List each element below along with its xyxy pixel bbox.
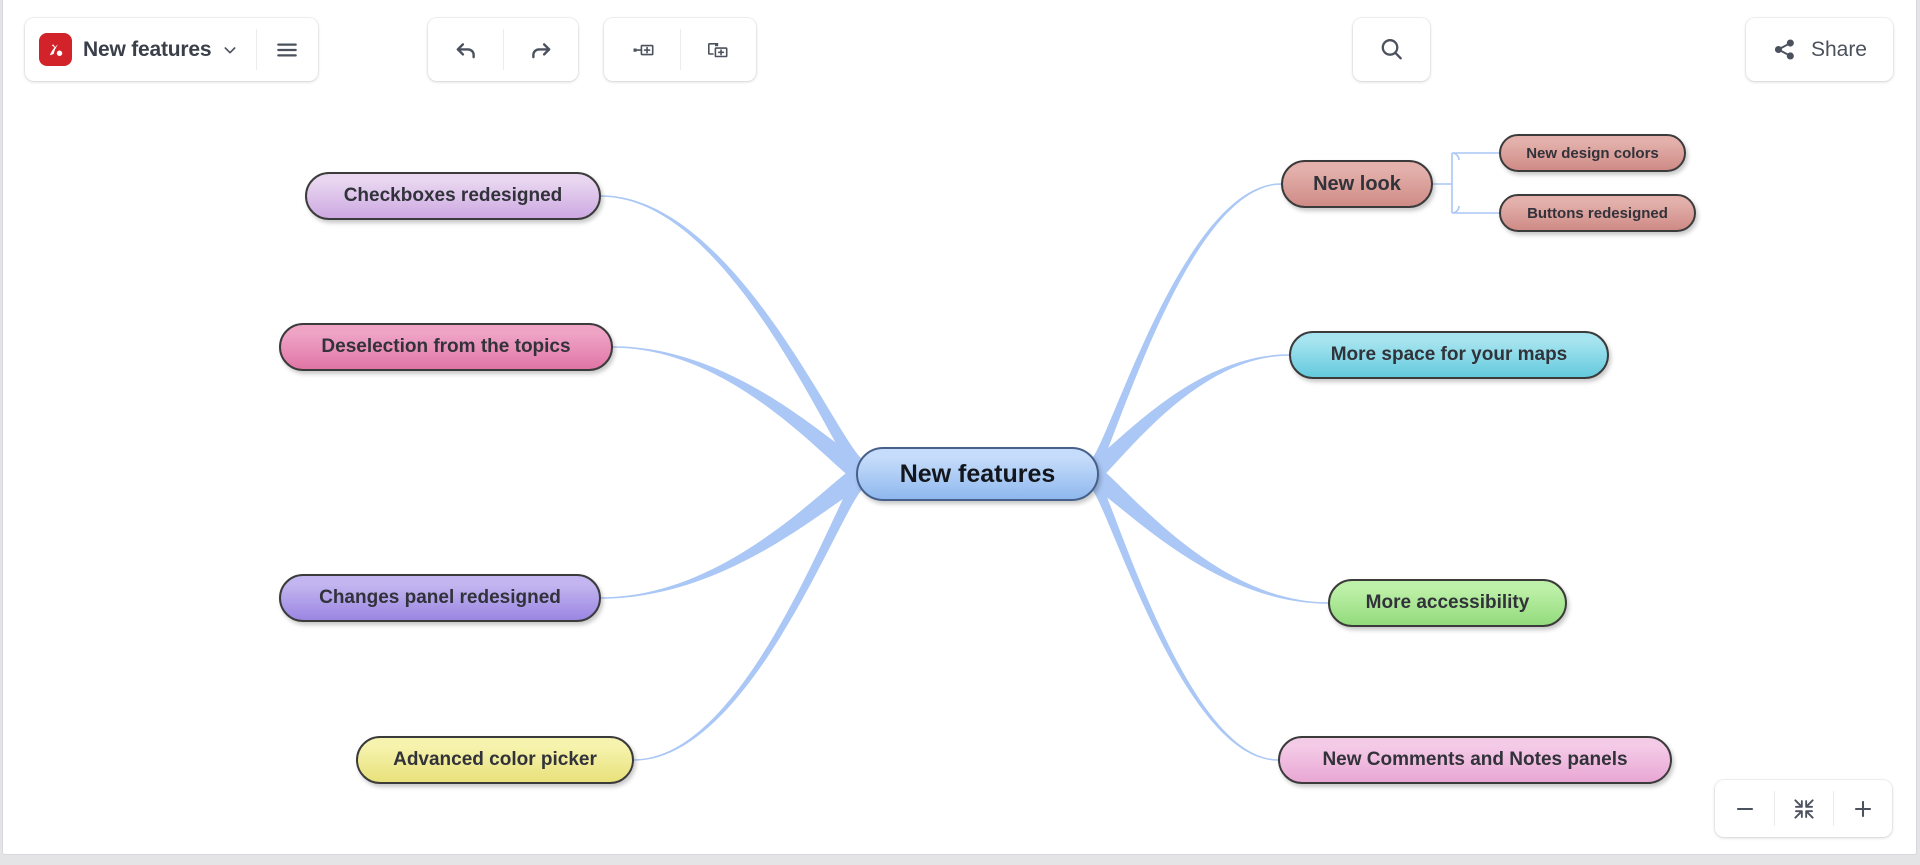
mindmap-node-new-look[interactable]: New look: [1281, 160, 1433, 208]
mindmap-node-more-accessibility[interactable]: More accessibility: [1328, 579, 1567, 627]
document-toolbar: New features: [25, 18, 319, 81]
mindmeister-logo-icon: [39, 33, 72, 66]
insert-topic-toolbar: [604, 18, 756, 81]
search-toolbar: [1353, 18, 1430, 81]
node-label: Deselection from the topics: [321, 336, 571, 357]
mindmap-node-new-comments-and-notes-panels[interactable]: New Comments and Notes panels: [1278, 736, 1672, 784]
node-label: More accessibility: [1365, 592, 1530, 613]
search-icon: [1381, 39, 1402, 60]
node-label: Changes panel redesigned: [319, 587, 561, 608]
add-sibling-topic-icon: [633, 44, 654, 55]
add-sibling-topic-button[interactable]: [604, 18, 680, 81]
search-button[interactable]: [1353, 18, 1430, 81]
node-label: Advanced color picker: [393, 749, 597, 770]
mindmap-node-changes-panel-redesigned[interactable]: Changes panel redesigned: [279, 574, 601, 622]
history-toolbar: [428, 18, 578, 81]
mindmap-node-more-space-for-your-maps[interactable]: More space for your maps: [1289, 331, 1609, 379]
node-label: New features: [899, 459, 1056, 488]
fit-to-screen-button[interactable]: [1774, 780, 1833, 837]
hamburger-menu-icon: [277, 42, 298, 57]
redo-button[interactable]: [503, 18, 578, 81]
connector-bracket: [1433, 152, 1499, 214]
connector-edge: [1089, 354, 1289, 487]
node-label: Buttons redesigned: [1527, 204, 1668, 222]
zoom-toolbar: [1715, 780, 1892, 837]
node-label: New design colors: [1526, 144, 1659, 162]
node-label: New Comments and Notes panels: [1322, 749, 1628, 770]
add-subtopic-button[interactable]: [680, 18, 756, 81]
plus-icon: [1854, 800, 1871, 817]
connector-edges: [601, 152, 1499, 761]
node-label: Checkboxes redesigned: [343, 185, 563, 206]
mindmap-root-node[interactable]: New features: [856, 447, 1099, 501]
connector-edge: [1089, 461, 1328, 604]
document-title: New features: [83, 37, 212, 61]
node-label: More space for your maps: [1330, 344, 1568, 365]
share-label: Share: [1810, 37, 1867, 61]
connector-edge: [601, 461, 866, 599]
mindmap-application: Checkboxes redesigned Deselection from th…: [0, 0, 1920, 865]
share-toolbar: Share: [1745, 18, 1893, 81]
mindmap-canvas[interactable]: Checkboxes redesigned Deselection from th…: [2, 0, 1917, 855]
connector-edge: [1089, 461, 1278, 761]
add-subtopic-icon: [708, 42, 728, 57]
mindmap-node-new-design-colors[interactable]: New design colors: [1499, 134, 1686, 172]
share-button[interactable]: Share: [1746, 18, 1893, 81]
mindmap-node-buttons-redesigned[interactable]: Buttons redesigned: [1499, 194, 1696, 232]
mindmap-node-checkboxes-redesigned[interactable]: Checkboxes redesigned: [305, 172, 601, 220]
chevron-down-icon: [224, 46, 236, 53]
map-menu-button[interactable]: [256, 18, 318, 81]
zoom-in-button[interactable]: [1833, 780, 1892, 837]
mindmap-node-advanced-color-picker[interactable]: Advanced color picker: [356, 736, 634, 784]
share-nodes-icon: [1774, 39, 1794, 60]
undo-arrow-icon: [456, 42, 475, 58]
undo-button[interactable]: [428, 18, 503, 81]
mindmap-node-deselection-from-the-topics[interactable]: Deselection from the topics: [279, 323, 613, 371]
zoom-out-button[interactable]: [1715, 780, 1774, 837]
minus-icon: [1736, 807, 1753, 810]
node-label: New look: [1313, 172, 1401, 195]
redo-arrow-icon: [531, 42, 550, 58]
fit-to-screen-icon: [1793, 798, 1814, 819]
document-title-button[interactable]: New features: [25, 18, 256, 81]
